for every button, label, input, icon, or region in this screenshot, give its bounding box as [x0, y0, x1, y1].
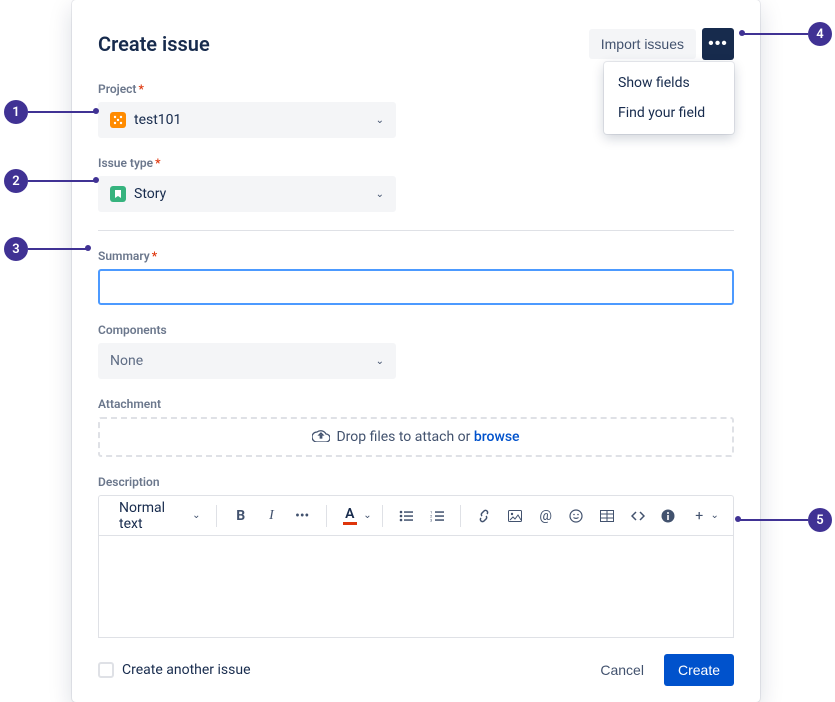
text-style-select[interactable]: Normal text ⌄ [113, 496, 206, 536]
required-mark: * [138, 82, 143, 96]
section-divider [98, 230, 734, 231]
toolbar-separator [460, 505, 461, 527]
callout-4: 4 [808, 22, 832, 46]
modal-header: Create issue Import issues ••• [98, 28, 734, 60]
code-button[interactable] [624, 502, 651, 530]
image-button[interactable] [502, 502, 529, 530]
editor-toolbar: Normal text ⌄ B I ••• A ⌄ 123 [98, 495, 734, 535]
upload-icon [312, 428, 330, 446]
form-body: Project* test101 ⌄ Issue type* Story ⌄ [98, 82, 734, 637]
browse-link[interactable]: browse [474, 429, 520, 445]
text-color-button[interactable]: A [336, 502, 363, 530]
italic-button[interactable]: I [258, 502, 285, 530]
required-mark: * [155, 156, 160, 170]
chevron-down-icon: ⌄ [376, 356, 384, 367]
callout-line-4 [744, 33, 808, 35]
issue-type-label: Issue type* [98, 156, 734, 170]
create-button[interactable]: Create [664, 654, 734, 686]
callout-dot-5 [735, 516, 741, 522]
toolbar-separator [382, 505, 383, 527]
more-actions-menu: Show fields Find your field [604, 62, 734, 134]
chevron-down-icon[interactable]: ⌄ [711, 510, 719, 521]
modal-title: Create issue [98, 32, 210, 56]
add-more-button[interactable]: + [686, 502, 713, 530]
callout-dot-3 [85, 245, 91, 251]
callout-dot-2 [93, 177, 99, 183]
toolbar-separator [216, 505, 217, 527]
create-issue-modal: Create issue Import issues ••• Show fiel… [72, 0, 760, 702]
callout-line-5 [740, 519, 808, 521]
project-value: test101 [134, 112, 376, 128]
more-icon: ••• [708, 35, 728, 53]
svg-text:3: 3 [430, 517, 432, 522]
callout-2: 2 [4, 169, 28, 193]
modal-footer: Create another issue Cancel Create [98, 637, 734, 702]
create-another-label: Create another issue [122, 662, 251, 678]
import-issues-button[interactable]: Import issues [589, 29, 696, 59]
info-button[interactable] [655, 502, 682, 530]
project-icon [110, 112, 126, 128]
mention-button[interactable]: @ [532, 502, 559, 530]
footer-actions: Cancel Create [588, 654, 734, 686]
more-format-button[interactable]: ••• [289, 502, 316, 530]
issue-type-field-group: Issue type* Story ⌄ [98, 156, 734, 212]
chevron-down-icon[interactable]: ⌄ [363, 510, 371, 521]
menu-show-fields[interactable]: Show fields [604, 68, 734, 98]
components-select[interactable]: None ⌄ [98, 343, 396, 379]
callout-line-3 [28, 248, 86, 250]
project-select[interactable]: test101 ⌄ [98, 102, 396, 138]
attachment-label: Attachment [98, 397, 734, 411]
callout-5: 5 [808, 508, 832, 532]
create-another-row: Create another issue [98, 662, 251, 678]
create-another-checkbox[interactable] [98, 662, 114, 678]
attachment-dropzone[interactable]: Drop files to attach or browse [98, 417, 734, 457]
callout-line-2 [28, 180, 94, 182]
toolbar-separator [326, 505, 327, 527]
table-button[interactable] [594, 502, 621, 530]
bold-button[interactable]: B [227, 502, 254, 530]
summary-input[interactable] [98, 269, 734, 305]
bullet-list-button[interactable] [393, 502, 420, 530]
chevron-down-icon: ⌄ [192, 510, 200, 521]
attachment-field-group: Attachment Drop files to attach or brows… [98, 397, 734, 457]
chevron-down-icon: ⌄ [376, 189, 384, 200]
description-label: Description [98, 475, 734, 489]
summary-label: Summary* [98, 249, 734, 263]
story-icon [110, 186, 126, 202]
emoji-button[interactable] [563, 502, 590, 530]
callout-1: 1 [4, 100, 28, 124]
numbered-list-button[interactable]: 123 [423, 502, 450, 530]
link-button[interactable] [471, 502, 498, 530]
components-label: Components [98, 323, 734, 337]
issue-type-value: Story [134, 186, 376, 202]
callout-dot-1 [93, 108, 99, 114]
header-actions: Import issues ••• [589, 28, 734, 60]
more-actions-button[interactable]: ••• [702, 28, 734, 60]
cancel-button[interactable]: Cancel [588, 654, 656, 686]
description-field-group: Description Normal text ⌄ B I ••• A ⌄ [98, 475, 734, 637]
issue-type-select[interactable]: Story ⌄ [98, 176, 396, 212]
required-mark: * [152, 249, 157, 263]
callout-line-1 [28, 111, 94, 113]
components-field-group: Components None ⌄ [98, 323, 734, 379]
callout-dot-4 [739, 30, 745, 36]
menu-find-field[interactable]: Find your field [604, 98, 734, 128]
callout-3: 3 [4, 237, 28, 261]
chevron-down-icon: ⌄ [376, 115, 384, 126]
components-value: None [110, 353, 376, 369]
drop-text: Drop files to attach or browse [336, 429, 519, 445]
description-editor[interactable] [98, 535, 734, 637]
summary-field-group: Summary* [98, 249, 734, 305]
